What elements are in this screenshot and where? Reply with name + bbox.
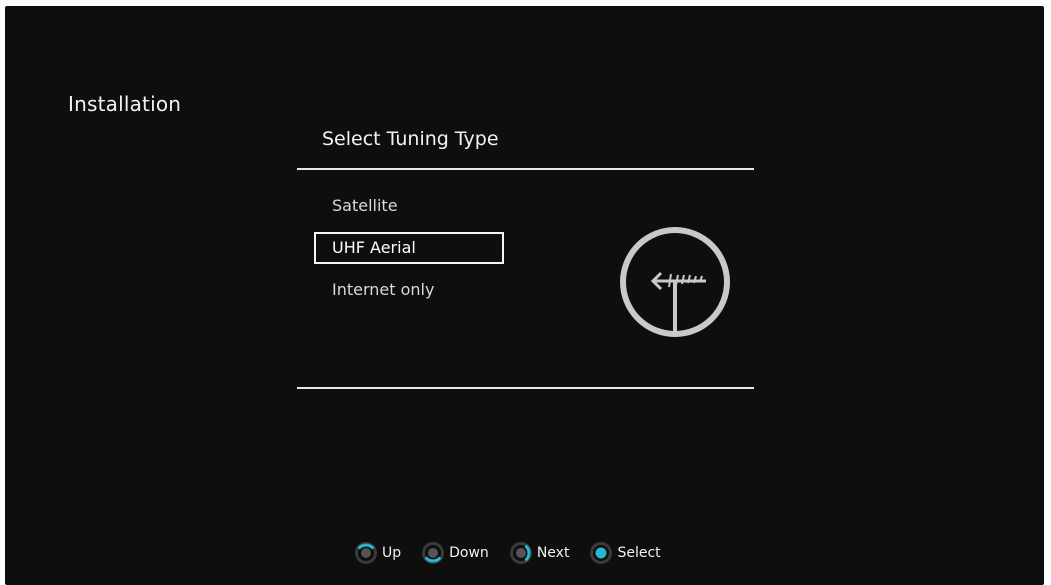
remote-hint-bar: Up Down Next Select xyxy=(354,541,661,565)
remote-dpad-up-icon xyxy=(354,541,378,565)
hint-up[interactable]: Up xyxy=(354,541,401,565)
tv-screen: Installation Select Tuning Type Satellit… xyxy=(5,6,1044,585)
section-title: Installation xyxy=(68,92,182,116)
divider-top xyxy=(297,168,754,170)
hint-next-label: Next xyxy=(536,545,570,561)
hint-down[interactable]: Down xyxy=(421,541,489,565)
option-satellite[interactable]: Satellite xyxy=(314,191,504,223)
option-uhf-aerial[interactable]: UHF Aerial xyxy=(314,232,504,264)
option-internet-only[interactable]: Internet only xyxy=(314,275,504,307)
hint-select[interactable]: Select xyxy=(589,541,661,565)
hint-up-label: Up xyxy=(382,545,402,561)
remote-dpad-right-icon xyxy=(509,541,533,565)
dialog-title: Select Tuning Type xyxy=(322,128,499,150)
hint-select-label: Select xyxy=(617,545,661,561)
hint-next[interactable]: Next xyxy=(509,541,570,565)
remote-dpad-down-icon xyxy=(421,541,445,565)
remote-ok-button-icon xyxy=(589,541,613,565)
uhf-aerial-antenna-icon xyxy=(617,224,733,340)
divider-bottom xyxy=(297,387,754,389)
hint-down-label: Down xyxy=(449,545,489,561)
